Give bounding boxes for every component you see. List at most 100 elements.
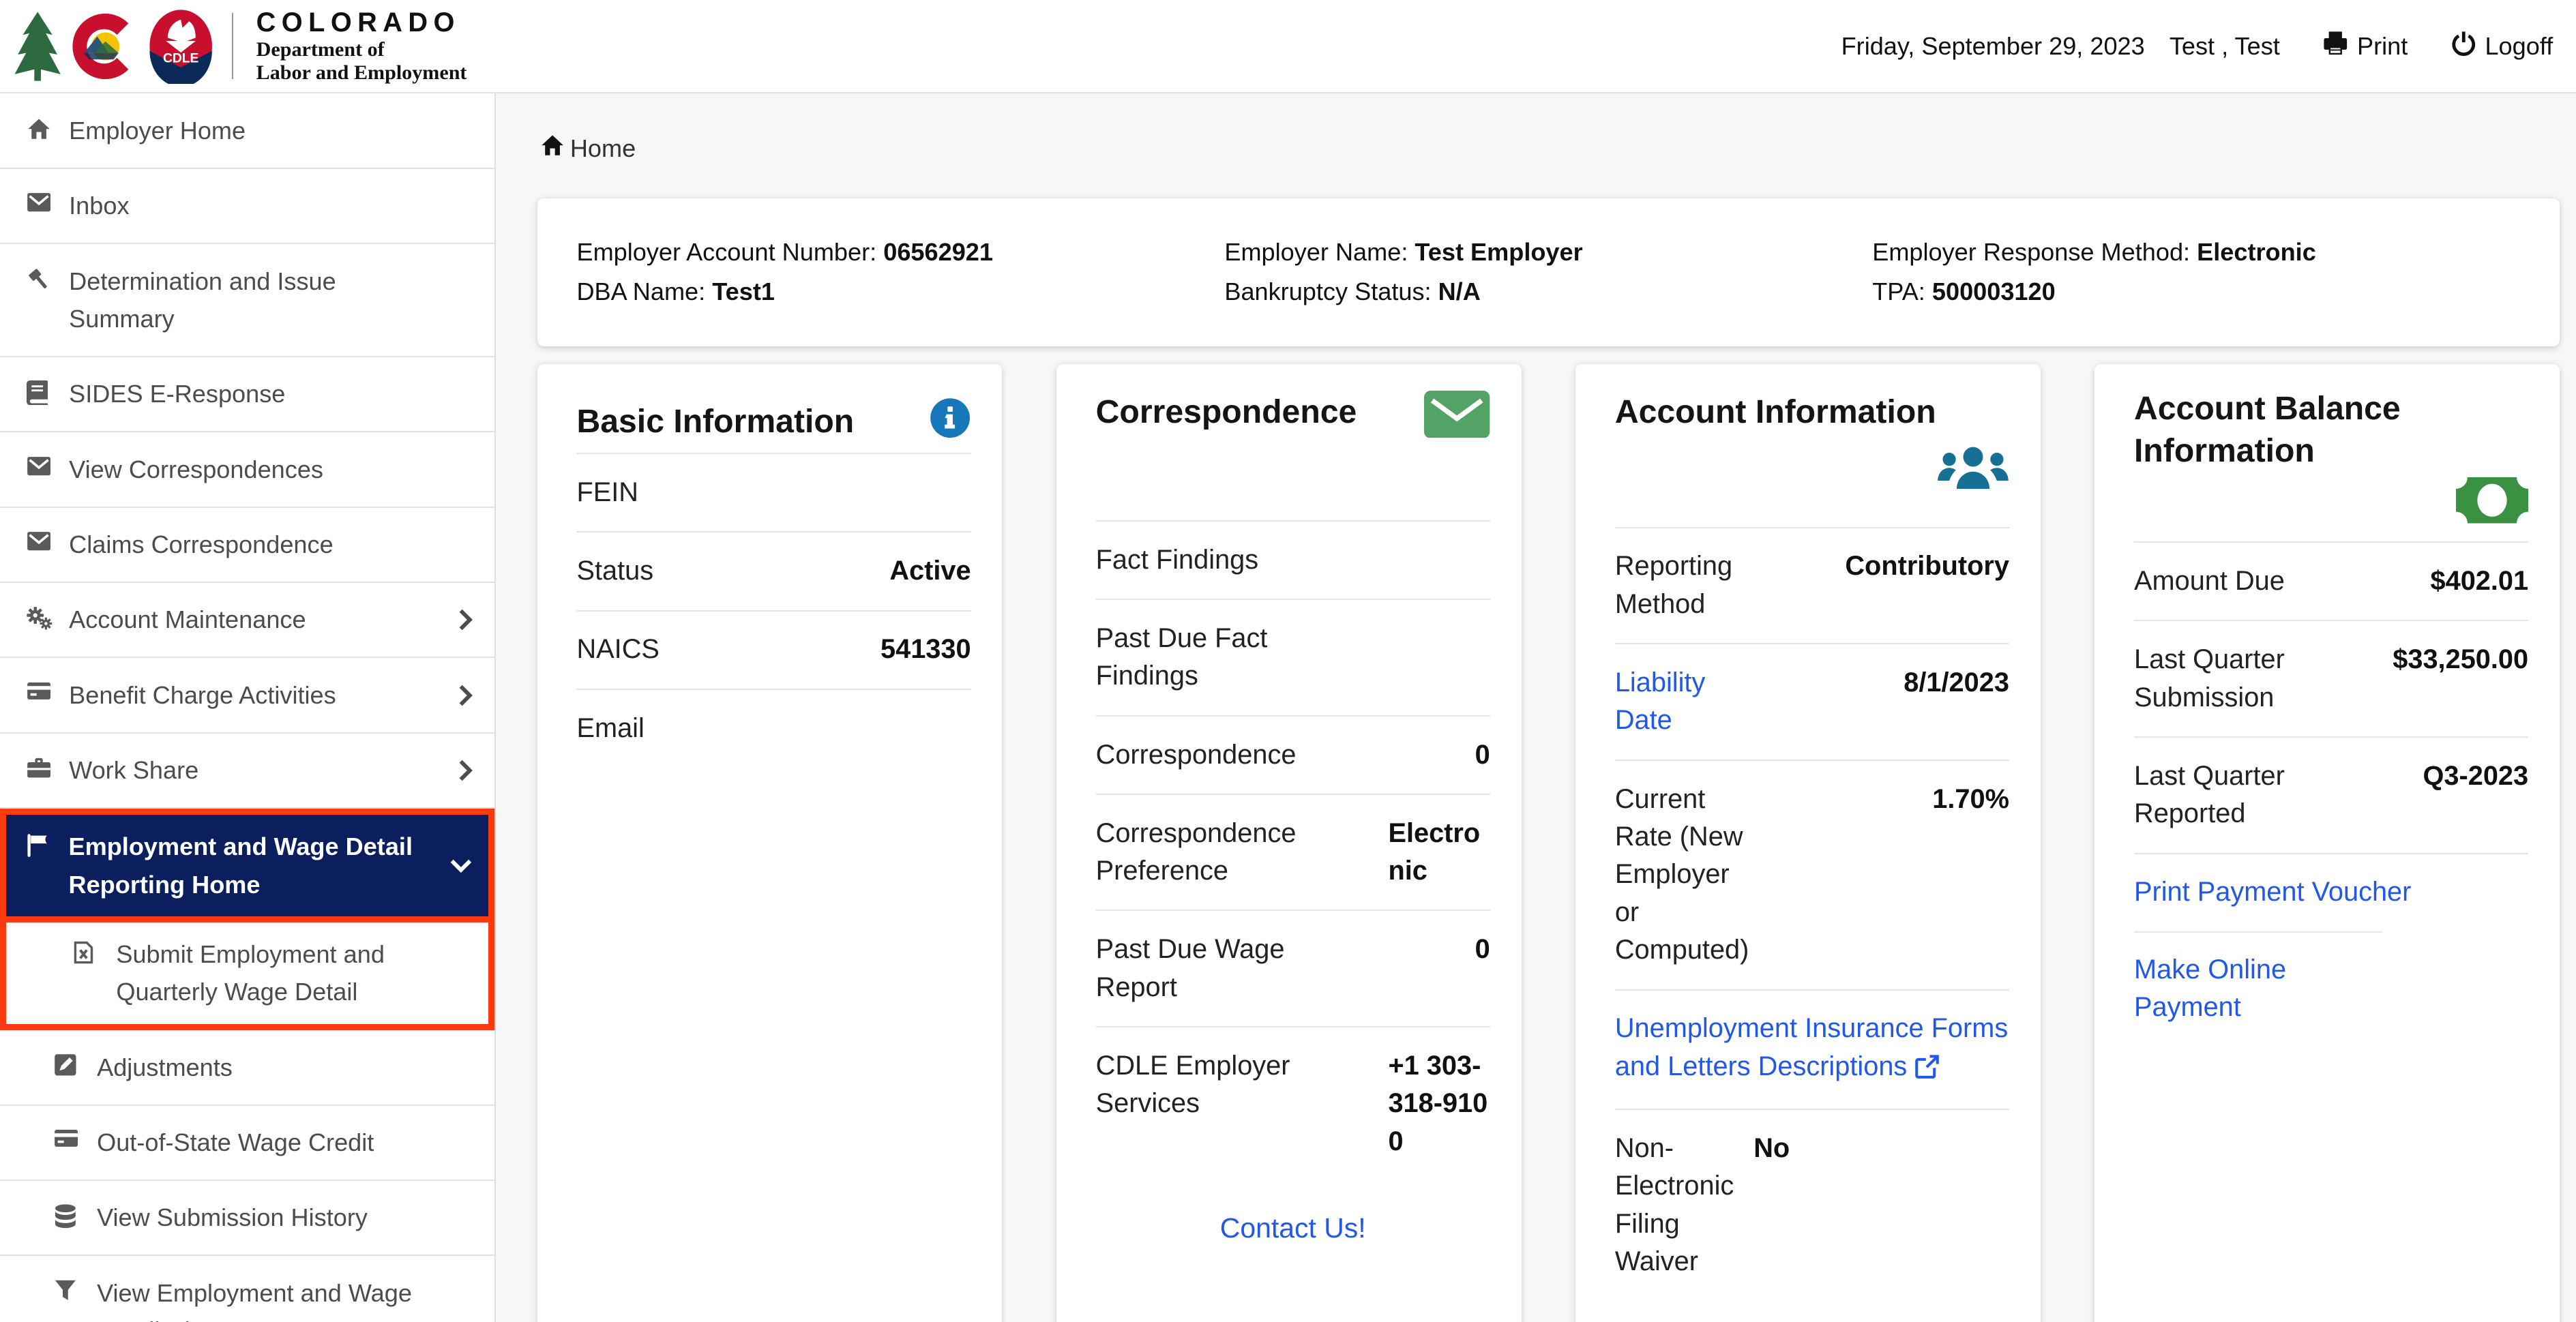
print-voucher-row: Print Payment Voucher (2134, 853, 2528, 931)
brand-dept-line1: Department of (256, 38, 467, 61)
sidebar-item-inbox[interactable]: Inbox (0, 169, 494, 244)
account-number-value: 06562921 (883, 238, 993, 266)
book-icon (27, 380, 55, 405)
contact-us-link[interactable]: Contact Us! (1220, 1210, 1366, 1247)
card-title: Account Balance Information (2134, 387, 2528, 472)
card-row: Past Due Wage Report 0 (1096, 910, 1490, 1026)
card-row: Fact Findings (1096, 520, 1490, 599)
print-payment-voucher-link[interactable]: Print Payment Voucher (2134, 877, 2411, 907)
brand-state-name: COLORADO (256, 7, 467, 38)
sidebar-item-out-of-state-wage-credit[interactable]: Out-of-State Wage Credit (0, 1106, 494, 1181)
card-row: Past Due Fact Findings (1096, 599, 1490, 715)
chevron-right-icon (458, 684, 473, 707)
contact-us-row: Contact Us! (1096, 1180, 1490, 1267)
account-number-label: Employer Account Number: (576, 238, 876, 266)
file-excel-icon (74, 940, 102, 965)
card-row: Reporting Method Contributory (1615, 527, 2009, 644)
card-row: Amount Due $402.01 (2134, 541, 2528, 620)
sidebar-item-submit-employment-quarterly-wage-detail[interactable]: Submit Employment and Quarterly Wage Det… (0, 916, 494, 1030)
dba-label: DBA Name: (576, 277, 705, 305)
power-icon (2451, 30, 2477, 63)
envelope-icon (1424, 391, 1490, 520)
correspondence-card: Correspondence Fact Findings Past Due Fa… (1056, 364, 1522, 1322)
card-row: NAICS 541330 (576, 610, 971, 689)
tpa-value: 500003120 (1932, 277, 2056, 305)
tpa-label: TPA: (1872, 277, 1925, 305)
card-row: Non-Electronic Filing Waiver No (1615, 1109, 2009, 1300)
card-row: Correspondence 0 (1096, 715, 1490, 794)
sidebar-item-view-submission-history[interactable]: View Submission History (0, 1181, 494, 1256)
bankruptcy-value: N/A (1438, 277, 1481, 305)
sidebar-item-view-employment-wage-detail-history[interactable]: View Employment and Wage Detail History (0, 1256, 494, 1322)
response-method-value: Electronic (2197, 238, 2316, 266)
top-header: CDLE COLORADO Department of Labor and Em… (0, 0, 2576, 93)
breadcrumb-home[interactable]: Home (570, 134, 636, 163)
card-row: Current Rate (New Employer or Computed) … (1615, 760, 2009, 989)
phone-link[interactable]: +1 303-318-9100 (1388, 1047, 1490, 1160)
home-icon (540, 133, 565, 164)
make-online-payment-link[interactable]: Make Online Payment (2134, 951, 2331, 1027)
chevron-down-icon (449, 858, 473, 873)
sidebar-item-work-share[interactable]: Work Share (0, 734, 494, 809)
sidebar-item-employment-wage-detail-reporting-home[interactable]: Employment and Wage Detail Reporting Hom… (0, 809, 494, 922)
print-button[interactable]: Print (2322, 30, 2408, 63)
cdle-employer-portal: CDLE COLORADO Department of Labor and Em… (0, 0, 2576, 1322)
card-row: Last Quarter Submission $33,250.00 (2134, 620, 2528, 736)
info-circle-icon[interactable] (930, 397, 971, 445)
briefcase-icon (27, 756, 55, 779)
gears-icon (27, 606, 55, 631)
card-row: FEIN (576, 453, 971, 531)
liability-date-link[interactable]: Liability Date (1615, 664, 1743, 740)
bankruptcy-label: Bankruptcy Status: (1224, 277, 1431, 305)
ui-forms-letters-link[interactable]: Unemployment Insurance Forms and Letters… (1615, 1013, 2008, 1081)
basic-information-card: Basic Information FEIN Status Active (537, 364, 1003, 1322)
logged-in-user: Test , Test (2170, 32, 2280, 61)
people-icon (1937, 445, 2009, 500)
sidebar-item-claims-correspondence[interactable]: Claims Correspondence (0, 508, 494, 583)
logoff-button[interactable]: Logoff (2451, 30, 2553, 63)
card-row: CDLE Employer Services +1 303-318-9100 (1096, 1026, 1490, 1180)
brand-text: COLORADO Department of Labor and Employm… (256, 7, 467, 84)
credit-card-icon (27, 681, 55, 701)
sidebar-item-employer-home[interactable]: Employer Home (0, 93, 494, 168)
external-link-icon (1915, 1051, 1940, 1089)
pine-tree-icon (13, 10, 62, 82)
sidebar-item-determination-issue-summary[interactable]: Determination and Issue Summary (0, 244, 494, 357)
flag-icon (26, 833, 54, 858)
card-row: Last Quarter Reported Q3-2023 (2134, 736, 2528, 853)
cdle-badge-icon: CDLE (148, 8, 213, 84)
main-content: Home Employer Account Number: 06562921 D… (496, 93, 2576, 1322)
breadcrumb[interactable]: Home (540, 133, 2559, 164)
filter-icon (54, 1279, 82, 1302)
sidebar-item-benefit-charge-activities[interactable]: Benefit Charge Activities (0, 658, 494, 733)
make-payment-row: Make Online Payment (2134, 931, 2528, 1047)
printer-icon (2322, 30, 2349, 63)
database-icon (54, 1204, 82, 1229)
colorado-c-icon (71, 10, 140, 82)
logo-divider (232, 13, 233, 78)
colorado-cdle-logo: CDLE COLORADO Department of Labor and Em… (13, 7, 467, 84)
naics-link[interactable]: 541330 (880, 631, 971, 668)
sidebar-nav: Employer Home Inbox Determination and Is… (0, 93, 496, 1322)
forms-link-row: Unemployment Insurance Forms and Letters… (1615, 989, 2009, 1109)
sidebar-item-view-correspondences[interactable]: View Correspondences (0, 432, 494, 507)
envelope-icon (27, 192, 55, 213)
employer-info-col1: Employer Account Number: 06562921 DBA Na… (576, 232, 1224, 312)
home-icon (27, 117, 55, 141)
card-title: Correspondence (1096, 391, 1357, 520)
employer-name-label: Employer Name: (1224, 238, 1408, 266)
chevron-right-icon (458, 759, 473, 782)
response-method-label: Employer Response Method: (1872, 238, 2190, 266)
chevron-right-icon (458, 608, 473, 631)
employer-name-value: Test Employer (1415, 238, 1582, 266)
sidebar-item-account-maintenance[interactable]: Account Maintenance (0, 583, 494, 658)
sidebar-item-sides-e-response[interactable]: SIDES E-Response (0, 357, 494, 432)
fact-findings-link[interactable]: Fact Findings (1096, 541, 1342, 579)
sidebar-item-adjustments[interactable]: Adjustments (0, 1030, 494, 1105)
account-information-card: Account Information Reporting Method Con… (1575, 364, 2041, 1322)
card-row: Liability Date 8/1/2023 (1615, 643, 2009, 760)
dba-value: Test1 (712, 277, 775, 305)
employer-info-col2: Employer Name: Test Employer Bankruptcy … (1224, 232, 1872, 312)
envelope-icon (27, 530, 55, 552)
header-right: Friday, September 29, 2023 Test , Test P… (1841, 30, 2553, 63)
